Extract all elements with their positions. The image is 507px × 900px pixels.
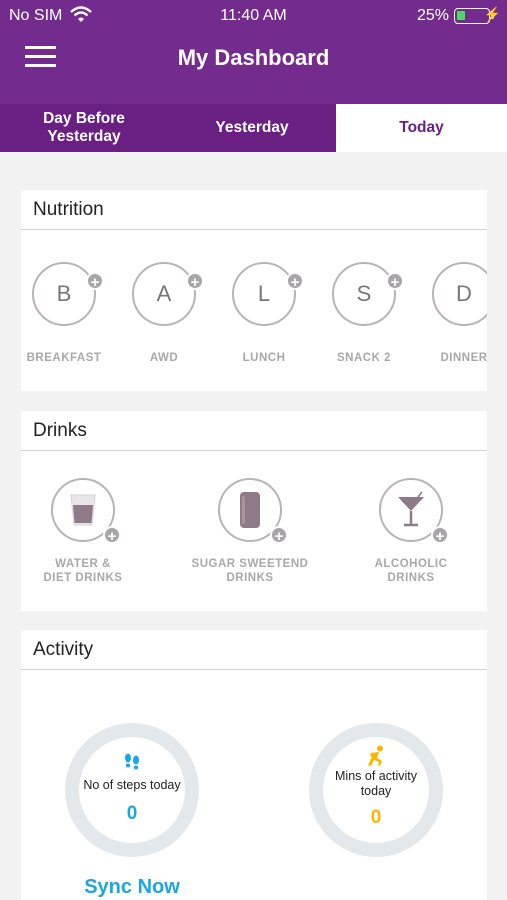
drink-circle: + — [218, 478, 288, 545]
drink-circle: + — [51, 478, 121, 545]
footsteps-icon — [125, 753, 139, 769]
tab-yesterday[interactable]: Yesterday — [168, 104, 336, 152]
drink-alcoholic[interactable]: + ALCOHOLIC DRINKS — [331, 478, 491, 585]
add-icon: + — [286, 272, 304, 291]
meal-circle: S + — [332, 262, 404, 326]
meal-lunch[interactable]: L + LUNCH — [219, 262, 309, 364]
tab-label: Today — [399, 119, 444, 136]
meal-breakfast[interactable]: B + BREAKFAST — [21, 262, 109, 364]
meal-snack-2[interactable]: S + SNACK 2 — [319, 262, 409, 364]
running-icon — [368, 745, 383, 766]
drink-water[interactable]: + WATER & DIET DRINKS — [3, 478, 163, 585]
meal-circle: D+ — [432, 262, 487, 326]
app-header: No SIM 11:40 AM 25% ⚡ My Dashboard — [0, 0, 507, 104]
meal-circle: B + — [32, 262, 104, 326]
meal-circle: A + — [132, 262, 204, 326]
drink-label: SUGAR SWEETEND DRINKS — [191, 558, 309, 584]
nutrition-card: Nutrition B + BREAKFAST A + AWD L + LUNCH S… — [21, 190, 487, 391]
meal-awd[interactable]: A + AWD — [119, 262, 209, 364]
activity-minutes-ring[interactable]: Mins of activity today 0 — [309, 723, 443, 857]
tab-label: Day Before Yesterday — [43, 110, 125, 145]
meal-label: AWD — [149, 352, 179, 364]
meal-label: LUNCH — [242, 352, 286, 364]
cocktail-glass-icon — [398, 491, 424, 527]
day-tabs: Day Before Yesterday Yesterday Today — [0, 104, 507, 152]
meal-dinner[interactable]: D+ DINNER — [419, 262, 487, 364]
water-glass-icon — [70, 494, 96, 526]
drink-sugar-sweetened[interactable]: + SUGAR SWEETEND DRINKS — [170, 478, 330, 585]
battery-percent: 25% — [416, 7, 449, 24]
tab-label: Yesterday — [215, 119, 289, 136]
steps-ring[interactable]: No of steps today 0 — [65, 723, 199, 857]
minutes-label: Mins of activity today — [335, 769, 417, 798]
drinks-card: Drinks + WATER & DIET DRINKS + SUGAR SWEE… — [21, 411, 487, 611]
meal-circle: L + — [232, 262, 304, 326]
add-icon: + — [431, 526, 449, 545]
drink-label: WATER & DIET DRINKS — [43, 558, 123, 584]
drink-label: ALCOHOLIC DRINKS — [374, 558, 448, 584]
meal-label: DINNER — [440, 352, 487, 364]
minutes-value: 0 — [370, 807, 382, 828]
drink-circle: + — [379, 478, 449, 545]
activity-card: Activity No of steps today 0 Mins of act… — [21, 630, 487, 900]
add-icon: + — [186, 272, 204, 291]
add-icon: + — [86, 272, 104, 291]
sync-now-button[interactable]: Sync Now — [62, 876, 202, 899]
activity-heading: Activity — [21, 630, 487, 670]
tab-day-before-yesterday[interactable]: Day Before Yesterday — [0, 104, 168, 152]
nutrition-heading: Nutrition — [21, 190, 487, 230]
add-icon: + — [103, 526, 121, 545]
add-icon: + — [386, 272, 404, 291]
tab-today[interactable]: Today — [336, 104, 507, 152]
meal-label: SNACK 2 — [337, 352, 391, 364]
add-icon: + — [270, 526, 288, 545]
drinks-heading: Drinks — [21, 411, 487, 451]
charging-bolt-icon: ⚡ — [483, 6, 501, 22]
page-title: My Dashboard — [177, 45, 330, 70]
meal-label: BREAKFAST — [26, 352, 102, 364]
soda-can-icon — [240, 492, 260, 528]
status-bar: No SIM 11:40 AM 25% ⚡ — [0, 0, 507, 30]
steps-value: 0 — [126, 802, 138, 824]
add-icon: + — [486, 272, 487, 290]
steps-label: No of steps today — [83, 777, 181, 792]
